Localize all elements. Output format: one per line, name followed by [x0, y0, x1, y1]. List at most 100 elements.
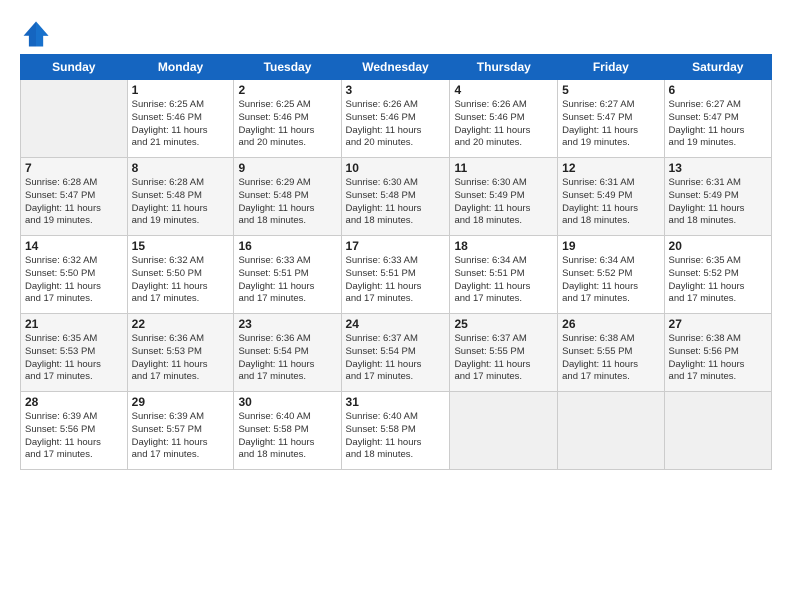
- calendar-cell: 22Sunrise: 6:36 AM Sunset: 5:53 PM Dayli…: [127, 314, 234, 392]
- day-info: Sunrise: 6:38 AM Sunset: 5:55 PM Dayligh…: [562, 333, 659, 384]
- calendar-header: SundayMondayTuesdayWednesdayThursdayFrid…: [21, 55, 772, 80]
- day-info: Sunrise: 6:28 AM Sunset: 5:48 PM Dayligh…: [132, 177, 230, 228]
- calendar-cell: 10 Sunrise: 6:30 AM Sunset: 5:48 PM Dayli…: [341, 158, 450, 236]
- day-number: 22: [132, 317, 230, 331]
- calendar-cell: 31 Sunrise: 6:40 AM Sunset: 5:58 PM Dayli…: [341, 392, 450, 470]
- day-number: 1: [132, 83, 230, 97]
- day-info: Sunrise: 6:36 AM Sunset: 5:54 PM Dayligh…: [238, 333, 336, 384]
- day-info: Sunrise: 6:30 AM Sunset: 5:48 PM Dayligh…: [346, 177, 446, 228]
- calendar-cell: 24 Sunrise: 6:37 AM Sunset: 5:54 PM Dayli…: [341, 314, 450, 392]
- day-number: 26: [562, 317, 659, 331]
- day-number: 16: [238, 239, 336, 253]
- calendar-cell: 27 Sunrise: 6:38 AM Sunset: 5:56 PM Dayli…: [664, 314, 771, 392]
- logo-icon: [20, 18, 52, 50]
- day-info: Sunrise: 6:37 AM Sunset: 5:55 PM Dayligh…: [454, 333, 553, 384]
- day-info: Sunrise: 6:32 AM Sunset: 5:50 PM Dayligh…: [132, 255, 230, 306]
- header-day: Saturday: [664, 55, 771, 80]
- day-number: 7: [25, 161, 123, 175]
- calendar-cell: 23 Sunrise: 6:36 AM Sunset: 5:54 PM Dayli…: [234, 314, 341, 392]
- calendar-cell: 11Sunrise: 6:30 AM Sunset: 5:49 PM Dayli…: [450, 158, 558, 236]
- header-day: Thursday: [450, 55, 558, 80]
- day-info: Sunrise: 6:35 AM Sunset: 5:52 PM Dayligh…: [669, 255, 767, 306]
- calendar-cell: 16 Sunrise: 6:33 AM Sunset: 5:51 PM Dayli…: [234, 236, 341, 314]
- day-info: Sunrise: 6:37 AM Sunset: 5:54 PM Dayligh…: [346, 333, 446, 384]
- logo: [20, 18, 56, 50]
- day-number: 20: [669, 239, 767, 253]
- day-number: 31: [346, 395, 446, 409]
- header-row: SundayMondayTuesdayWednesdayThursdayFrid…: [21, 55, 772, 80]
- calendar-cell: 17 Sunrise: 6:33 AM Sunset: 5:51 PM Dayli…: [341, 236, 450, 314]
- day-number: 9: [238, 161, 336, 175]
- day-number: 28: [25, 395, 123, 409]
- calendar-cell: 2Sunrise: 6:25 AM Sunset: 5:46 PM Daylig…: [234, 80, 341, 158]
- day-info: Sunrise: 6:26 AM Sunset: 5:46 PM Dayligh…: [346, 99, 446, 150]
- header: [20, 18, 772, 50]
- header-day: Friday: [558, 55, 664, 80]
- header-day: Monday: [127, 55, 234, 80]
- calendar-cell: 9 Sunrise: 6:29 AM Sunset: 5:48 PM Daylig…: [234, 158, 341, 236]
- day-number: 17: [346, 239, 446, 253]
- day-info: Sunrise: 6:33 AM Sunset: 5:51 PM Dayligh…: [346, 255, 446, 306]
- header-day: Tuesday: [234, 55, 341, 80]
- day-info: Sunrise: 6:35 AM Sunset: 5:53 PM Dayligh…: [25, 333, 123, 384]
- day-number: 27: [669, 317, 767, 331]
- day-number: 14: [25, 239, 123, 253]
- calendar-cell: 14 Sunrise: 6:32 AM Sunset: 5:50 PM Dayli…: [21, 236, 128, 314]
- day-number: 25: [454, 317, 553, 331]
- day-info: Sunrise: 6:34 AM Sunset: 5:52 PM Dayligh…: [562, 255, 659, 306]
- calendar-cell: 4 Sunrise: 6:26 AM Sunset: 5:46 PM Daylig…: [450, 80, 558, 158]
- day-number: 3: [346, 83, 446, 97]
- calendar-row: 14 Sunrise: 6:32 AM Sunset: 5:50 PM Dayli…: [21, 236, 772, 314]
- calendar-cell: [450, 392, 558, 470]
- day-info: Sunrise: 6:38 AM Sunset: 5:56 PM Dayligh…: [669, 333, 767, 384]
- calendar-cell: 6 Sunrise: 6:27 AM Sunset: 5:47 PM Daylig…: [664, 80, 771, 158]
- day-number: 18: [454, 239, 553, 253]
- day-number: 2: [238, 83, 336, 97]
- day-number: 4: [454, 83, 553, 97]
- calendar-row: 28 Sunrise: 6:39 AM Sunset: 5:56 PM Dayli…: [21, 392, 772, 470]
- day-info: Sunrise: 6:40 AM Sunset: 5:58 PM Dayligh…: [346, 411, 446, 462]
- day-info: Sunrise: 6:39 AM Sunset: 5:56 PM Dayligh…: [25, 411, 123, 462]
- calendar-cell: 12 Sunrise: 6:31 AM Sunset: 5:49 PM Dayli…: [558, 158, 664, 236]
- calendar-cell: [558, 392, 664, 470]
- calendar-cell: 26 Sunrise: 6:38 AM Sunset: 5:55 PM Dayli…: [558, 314, 664, 392]
- day-info: Sunrise: 6:32 AM Sunset: 5:50 PM Dayligh…: [25, 255, 123, 306]
- day-number: 15: [132, 239, 230, 253]
- calendar-cell: 18 Sunrise: 6:34 AM Sunset: 5:51 PM Dayli…: [450, 236, 558, 314]
- day-number: 11: [454, 161, 553, 175]
- calendar-row: 1 Sunrise: 6:25 AM Sunset: 5:46 PM Daylig…: [21, 80, 772, 158]
- day-number: 23: [238, 317, 336, 331]
- day-number: 8: [132, 161, 230, 175]
- calendar-cell: 25 Sunrise: 6:37 AM Sunset: 5:55 PM Dayli…: [450, 314, 558, 392]
- calendar-cell: 30Sunrise: 6:40 AM Sunset: 5:58 PM Dayli…: [234, 392, 341, 470]
- calendar-cell: 19Sunrise: 6:34 AM Sunset: 5:52 PM Dayli…: [558, 236, 664, 314]
- day-info: Sunrise: 6:31 AM Sunset: 5:49 PM Dayligh…: [562, 177, 659, 228]
- day-info: Sunrise: 6:29 AM Sunset: 5:48 PM Dayligh…: [238, 177, 336, 228]
- day-info: Sunrise: 6:34 AM Sunset: 5:51 PM Dayligh…: [454, 255, 553, 306]
- day-number: 24: [346, 317, 446, 331]
- day-number: 12: [562, 161, 659, 175]
- day-info: Sunrise: 6:27 AM Sunset: 5:47 PM Dayligh…: [562, 99, 659, 150]
- day-number: 6: [669, 83, 767, 97]
- header-day: Sunday: [21, 55, 128, 80]
- calendar-cell: 7 Sunrise: 6:28 AM Sunset: 5:47 PM Daylig…: [21, 158, 128, 236]
- header-day: Wednesday: [341, 55, 450, 80]
- day-number: 13: [669, 161, 767, 175]
- calendar-cell: 21Sunrise: 6:35 AM Sunset: 5:53 PM Dayli…: [21, 314, 128, 392]
- day-info: Sunrise: 6:26 AM Sunset: 5:46 PM Dayligh…: [454, 99, 553, 150]
- day-number: 10: [346, 161, 446, 175]
- day-info: Sunrise: 6:40 AM Sunset: 5:58 PM Dayligh…: [238, 411, 336, 462]
- calendar-cell: 5Sunrise: 6:27 AM Sunset: 5:47 PM Daylig…: [558, 80, 664, 158]
- calendar-row: 21Sunrise: 6:35 AM Sunset: 5:53 PM Dayli…: [21, 314, 772, 392]
- day-info: Sunrise: 6:27 AM Sunset: 5:47 PM Dayligh…: [669, 99, 767, 150]
- day-info: Sunrise: 6:25 AM Sunset: 5:46 PM Dayligh…: [132, 99, 230, 150]
- day-info: Sunrise: 6:28 AM Sunset: 5:47 PM Dayligh…: [25, 177, 123, 228]
- calendar-body: 1 Sunrise: 6:25 AM Sunset: 5:46 PM Daylig…: [21, 80, 772, 470]
- calendar-cell: 15 Sunrise: 6:32 AM Sunset: 5:50 PM Dayli…: [127, 236, 234, 314]
- page: SundayMondayTuesdayWednesdayThursdayFrid…: [0, 0, 792, 612]
- calendar-cell: 13Sunrise: 6:31 AM Sunset: 5:49 PM Dayli…: [664, 158, 771, 236]
- day-number: 29: [132, 395, 230, 409]
- calendar-cell: 8 Sunrise: 6:28 AM Sunset: 5:48 PM Daylig…: [127, 158, 234, 236]
- calendar-cell: 1 Sunrise: 6:25 AM Sunset: 5:46 PM Daylig…: [127, 80, 234, 158]
- day-info: Sunrise: 6:33 AM Sunset: 5:51 PM Dayligh…: [238, 255, 336, 306]
